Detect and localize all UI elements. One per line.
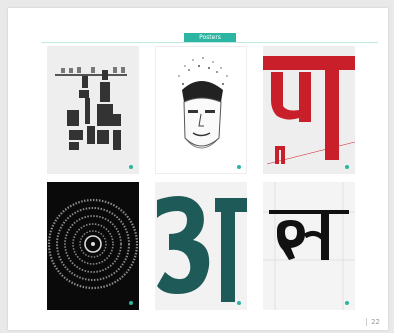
section-title-tag: Posters <box>184 33 236 42</box>
red-ma-letter-poster <box>263 46 355 174</box>
la-letter-graphic <box>263 182 355 310</box>
a-letter-graphic <box>157 196 247 305</box>
section-divider <box>42 42 378 43</box>
om-circular-text-poster <box>47 182 139 310</box>
page-number: 22 <box>366 318 380 326</box>
la-letter-construction-poster <box>263 182 355 310</box>
devanagari-alphabet-letter-poster <box>47 46 139 174</box>
om-concentric-graphic <box>47 198 139 305</box>
stippled-portrait-poster <box>155 46 247 174</box>
document-page: Posters 22 <box>8 8 388 330</box>
portrait-graphic <box>178 57 241 169</box>
teal-a-letter-poster <box>155 182 247 310</box>
letter-collage-graphic <box>55 67 133 169</box>
ma-letter-graphic <box>263 56 355 169</box>
